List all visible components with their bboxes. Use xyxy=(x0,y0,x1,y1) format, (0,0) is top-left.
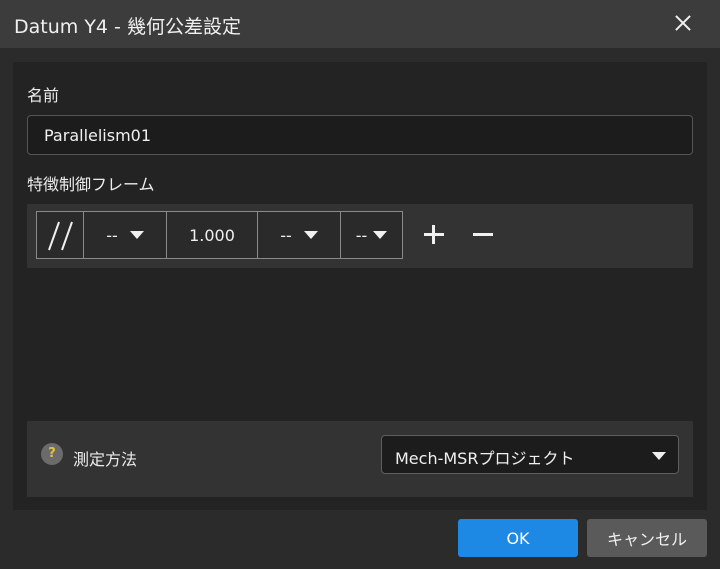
chevron-down-icon xyxy=(303,231,318,239)
measurement-method-value: Mech-MSRプロジェクト xyxy=(395,449,575,468)
name-label: 名前 xyxy=(27,86,60,105)
close-icon[interactable] xyxy=(668,8,698,38)
chevron-down-icon xyxy=(373,231,388,239)
remove-icon[interactable] xyxy=(471,222,495,246)
tolerance-value-field[interactable]: 1.000 xyxy=(166,211,258,259)
material-condition-dropdown[interactable]: -- xyxy=(257,211,341,259)
measurement-method-label: 測定方法 xyxy=(73,450,138,469)
chevron-down-icon xyxy=(129,231,144,239)
add-icon[interactable] xyxy=(422,222,446,246)
material-condition-value: -- xyxy=(280,225,292,245)
measurement-method-select[interactable]: Mech-MSRプロジェクト xyxy=(381,435,679,474)
window-title: Datum Y4 - 幾何公差設定 xyxy=(14,16,241,38)
cancel-button[interactable]: キャンセル xyxy=(587,519,707,557)
help-icon[interactable]: ? xyxy=(41,443,63,465)
tolerance-modifier-dropdown[interactable]: -- xyxy=(83,211,167,259)
title-bar: Datum Y4 - 幾何公差設定 xyxy=(0,0,720,48)
parallelism-icon[interactable] xyxy=(36,211,84,259)
ok-button[interactable]: OK xyxy=(458,519,578,557)
datum-dropdown[interactable]: -- xyxy=(340,211,403,259)
chevron-down-icon xyxy=(652,452,666,460)
name-input[interactable] xyxy=(27,115,693,155)
tolerance-modifier-value: -- xyxy=(106,225,118,245)
fcf-label: 特徴制御フレーム xyxy=(27,175,155,194)
datum-value: -- xyxy=(355,225,368,245)
